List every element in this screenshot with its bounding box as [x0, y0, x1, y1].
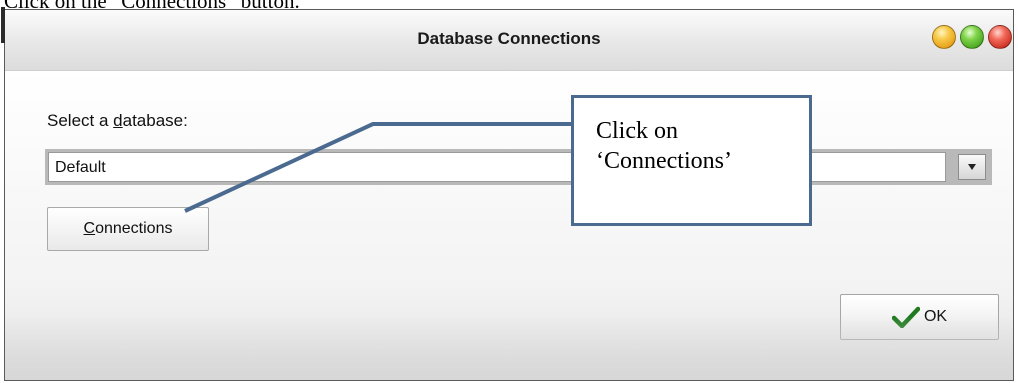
connections-accelerator: C: [83, 220, 96, 237]
maximize-button[interactable]: [960, 25, 984, 49]
close-button[interactable]: [988, 25, 1012, 49]
label-text-prefix: Select a: [47, 111, 114, 130]
label-text-suffix: atabase:: [122, 111, 188, 130]
callout-line-1: Click on: [596, 118, 678, 144]
database-connections-window: Database Connections Select a database: …: [1, 7, 1014, 381]
connections-label-rest: onnections: [95, 220, 173, 237]
footer-band: [5, 316, 1013, 380]
dialog-body: Select a database: Default Connections O…: [5, 71, 1013, 380]
database-select[interactable]: Default: [45, 149, 992, 185]
callout-box: Click on ‘Connections’: [571, 95, 812, 226]
window-title: Database Connections: [417, 29, 601, 48]
dropdown-arrow-button[interactable]: [958, 154, 986, 180]
select-database-label: Select a database:: [47, 111, 188, 131]
callout-line-2: ‘Connections’: [596, 148, 732, 174]
title-bar[interactable]: Database Connections: [5, 10, 1013, 71]
database-select-value: Default: [55, 159, 106, 176]
connections-button[interactable]: Connections: [47, 207, 209, 251]
minimize-button[interactable]: [932, 25, 956, 49]
chevron-down-icon: [968, 164, 976, 170]
label-accelerator: d: [113, 111, 123, 130]
